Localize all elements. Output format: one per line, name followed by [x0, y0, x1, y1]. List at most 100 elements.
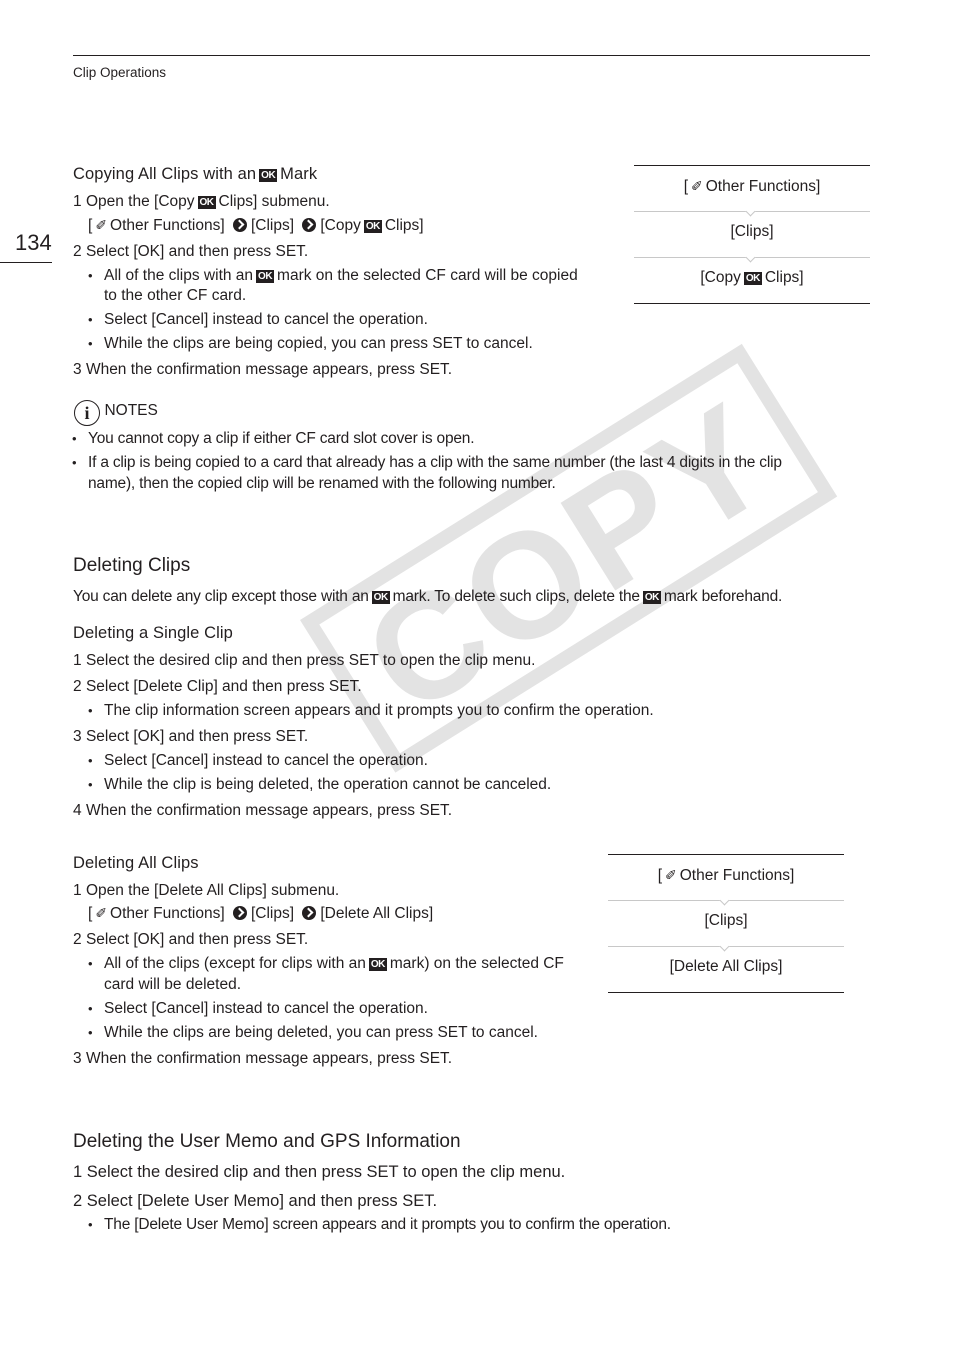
path-other-functions: Other Functions]: [110, 905, 225, 922]
ok-mark-icon: OK: [642, 591, 661, 604]
path-clips: [Clips]: [250, 905, 295, 922]
menu-row-clips: [Clips]: [634, 211, 870, 257]
path-clips: [Clips]: [250, 217, 295, 234]
step-text: When the confirmation message appears, p…: [85, 361, 453, 378]
step-text: Select the desired clip and then press S…: [85, 652, 536, 669]
copy-bullet-1: All of the clips with anOKmark on the se…: [88, 267, 578, 285]
memo-step-1: 1 Select the desired clip and then press…: [73, 1163, 565, 1182]
all-step-1: 1 Open the [Delete All Clips] submenu.: [73, 882, 339, 900]
menu-row-clips: [Clips]: [608, 900, 844, 946]
path-copy: Clips]: [384, 217, 424, 234]
all-step-2: 2 Select [OK] and then press SET.: [73, 931, 308, 949]
page-number-rule: [0, 262, 52, 263]
ok-mark-icon: OK: [256, 270, 275, 283]
copy-menu-diagram: [✐ Other Functions] [Clips] [Copy OK Clips]: [634, 165, 870, 304]
ok-mark-icon: OK: [371, 591, 390, 604]
menu-label: Other Functions]: [705, 178, 821, 195]
section-title: Clip Operations: [73, 65, 167, 80]
single-step-4: 4 When the confirmation message appears,…: [73, 802, 452, 820]
all-bullet-2: Select [Cancel] instead to cancel the op…: [88, 1000, 428, 1018]
step-number: 1: [73, 193, 82, 210]
single-bullet-1: The clip information screen appears and …: [88, 702, 654, 720]
step-number: 2: [73, 931, 82, 948]
step-text: When the confirmation message appears, p…: [85, 802, 453, 819]
copy-step-1: 1 Open the [Copy OK Clips] submenu.: [73, 193, 330, 211]
step-number: 1: [73, 652, 82, 669]
copy-bullet-1-cont: to the other CF card.: [104, 287, 247, 304]
ok-mark-icon: OK: [363, 220, 382, 233]
single-step-1: 1 Select the desired clip and then press…: [73, 652, 535, 670]
delete-single-heading: Deleting a Single Clip: [73, 624, 233, 642]
copy-bullet-3: While the clips are being copied, you ca…: [88, 335, 533, 353]
path-delete-all: [Delete All Clips]: [320, 905, 434, 922]
deleting-clips-heading: Deleting Clips: [73, 555, 191, 576]
intro-text: You can delete any clip except those wit…: [73, 588, 369, 605]
single-bullet-3: While the clip is being deleted, the ope…: [88, 776, 551, 794]
intro-text: mark beforehand.: [663, 588, 783, 605]
intro-text: mark. To delete such clips, delete the: [392, 588, 640, 605]
step-text: Select [OK] and then press SET.: [85, 243, 309, 260]
arrow-right-icon: [232, 218, 247, 232]
path-other-functions: Other Functions]: [110, 217, 225, 234]
note-item-2: If a clip is being copied to a card that…: [72, 454, 782, 472]
notes-label: NOTES: [104, 402, 158, 419]
copy-bullet-2: Select [Cancel] instead to cancel the op…: [88, 311, 428, 329]
step-number: 2: [73, 1192, 83, 1210]
heading-text: Copying All Clips with an: [73, 165, 257, 183]
copy-step-2: 2 Select [OK] and then press SET.: [73, 243, 308, 261]
menu-label: Clips]: [764, 269, 804, 286]
delete-all-menu-diagram: [✐ Other Functions] [Clips] [Delete All C…: [608, 854, 844, 993]
menu-row-other-functions: [✐ Other Functions]: [634, 166, 870, 211]
bullet-text: All of the clips (except for clips with …: [104, 955, 366, 972]
menu-row-copy-ok-clips: [Copy OK Clips]: [634, 257, 870, 303]
all-bullet-3: While the clips are being deleted, you c…: [88, 1024, 538, 1042]
bracket: [: [88, 217, 93, 234]
bullet-text: mark) on the selected CF: [389, 955, 564, 972]
all-bullet-1-cont: card will be deleted.: [104, 976, 241, 993]
step-number: 3: [73, 728, 82, 745]
step-text: Open the [Copy: [85, 193, 195, 210]
arrow-right-icon: [302, 906, 317, 920]
step-text: Select [Delete Clip] and then press SET.: [85, 678, 362, 695]
note-item-2-cont: name), then the copied clip will be rena…: [88, 475, 556, 492]
arrow-right-icon: [232, 906, 247, 920]
step-number: 2: [73, 678, 82, 695]
delete-memo-heading: Deleting the User Memo and GPS Informati…: [73, 1131, 461, 1152]
bracket: [: [88, 905, 93, 922]
step-number: 1: [73, 882, 82, 899]
path-copy: [Copy: [320, 217, 361, 234]
step-number: 4: [73, 802, 82, 819]
copy-step-3: 3 When the confirmation message appears,…: [73, 361, 452, 379]
copy-menu-path: [✐ Other Functions] [Clips] [Copy OK Clips]: [88, 217, 424, 235]
menu-row-other-functions: [✐ Other Functions]: [608, 855, 844, 900]
step-number: 1: [73, 1163, 83, 1181]
deleting-intro: You can delete any clip except those wit…: [73, 588, 782, 606]
all-bullet-1: All of the clips (except for clips with …: [88, 955, 564, 973]
wrench-icon: ✐: [95, 905, 108, 921]
step-number: 3: [73, 361, 82, 378]
menu-row-delete-all-clips: [Delete All Clips]: [608, 946, 844, 992]
wrench-icon: ✐: [95, 217, 108, 233]
step-text: Select the desired clip and then press S…: [86, 1163, 566, 1181]
step-text: Clips] submenu.: [218, 193, 330, 210]
step-text: Open the [Delete All Clips] submenu.: [85, 882, 340, 899]
wrench-icon: ✐: [665, 867, 677, 883]
header-rule: [73, 55, 870, 56]
step-text: When the confirmation message appears, p…: [85, 1050, 453, 1067]
info-icon: i: [74, 400, 100, 426]
step-text: Select [Delete User Memo] and then press…: [86, 1192, 438, 1210]
notes-header: i NOTES: [74, 400, 158, 426]
all-step-3: 3 When the confirmation message appears,…: [73, 1050, 452, 1068]
copy-ok-heading: Copying All Clips with an OK Mark: [73, 165, 317, 184]
delete-all-heading: Deleting All Clips: [73, 854, 199, 872]
step-text: Select [OK] and then press SET.: [85, 728, 309, 745]
ok-mark-icon: OK: [368, 958, 387, 971]
menu-label: [Copy: [700, 269, 741, 286]
bullet-text: All of the clips with an: [104, 267, 254, 284]
step-number: 3: [73, 1050, 82, 1067]
page-number: 134: [15, 230, 52, 255]
delete-all-menu-path: [✐ Other Functions] [Clips] [Delete All C…: [88, 905, 433, 923]
arrow-right-icon: [302, 218, 317, 232]
single-step-3: 3 Select [OK] and then press SET.: [73, 728, 308, 746]
single-bullet-2: Select [Cancel] instead to cancel the op…: [88, 752, 428, 770]
